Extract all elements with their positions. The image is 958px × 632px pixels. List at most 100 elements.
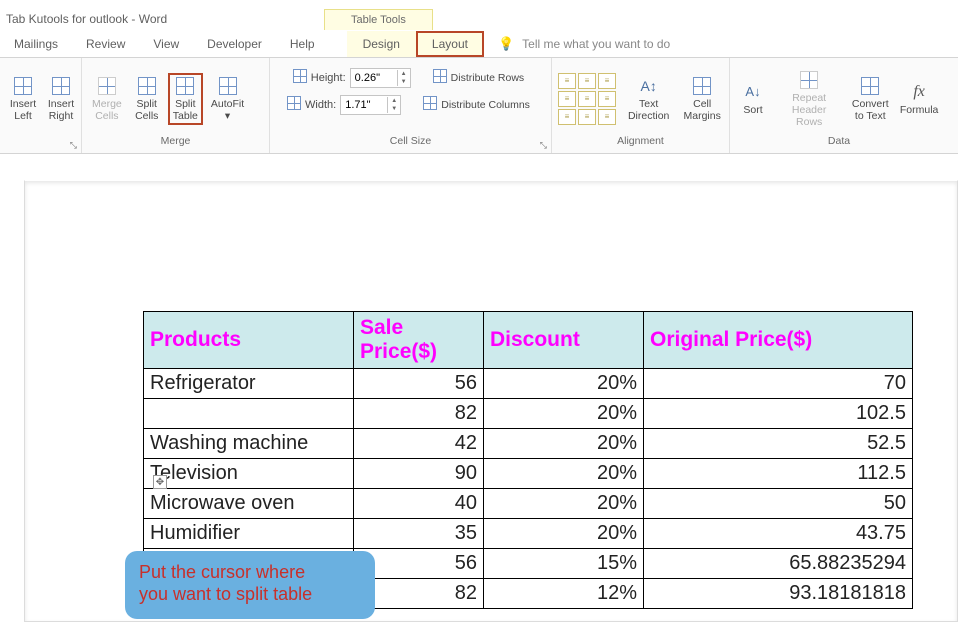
distribute-rows-button[interactable]: Distribute Rows <box>429 67 529 88</box>
dialog-launcher-icon[interactable]: ⤡ <box>70 140 77 151</box>
table-cell[interactable]: Washing machine <box>144 429 354 459</box>
insert-right-button[interactable]: Insert Right <box>44 74 78 124</box>
table-cell[interactable]: 15% <box>484 549 644 579</box>
table-cell[interactable]: Microwave oven <box>144 489 354 519</box>
table-header-cell[interactable]: Products <box>144 312 354 369</box>
tab-layout[interactable]: Layout <box>416 31 484 57</box>
table-cell[interactable]: 102.5 <box>644 399 913 429</box>
align-cell-icon[interactable]: ≡ <box>598 73 616 89</box>
width-input[interactable]: ▲▼ <box>340 95 401 115</box>
table-cell[interactable]: 20% <box>484 489 644 519</box>
ribbon-tabs: Mailings Review View Developer Help Desi… <box>0 30 958 58</box>
align-cell-icon[interactable]: ≡ <box>598 109 616 125</box>
table-cell[interactable]: 35 <box>354 519 484 549</box>
table-header-cell[interactable]: Original Price($) <box>644 312 913 369</box>
group-merge: Merge Cells Split Cells Split Table Auto… <box>82 58 270 153</box>
table-cell[interactable]: 50 <box>644 489 913 519</box>
table-cell[interactable]: 52.5 <box>644 429 913 459</box>
dialog-launcher-icon[interactable]: ⤡ <box>540 140 547 151</box>
height-field[interactable] <box>351 72 397 84</box>
cell-margins-icon <box>692 76 712 96</box>
split-cells-button[interactable]: Split Cells <box>130 74 164 124</box>
formula-button[interactable]: fx Formula <box>896 80 942 118</box>
table-header-cell[interactable]: Sale Price($) <box>354 312 484 369</box>
table-cell[interactable]: 65.88235294 <box>644 549 913 579</box>
convert-to-text-button[interactable]: Convert to Text <box>848 74 892 124</box>
table-header-row[interactable]: Products Sale Price($) Discount Original… <box>144 312 913 369</box>
title-bar: Tab Kutools for outlook - Word Table Too… <box>0 0 958 30</box>
table-cell[interactable]: 20% <box>484 519 644 549</box>
distribute-columns-icon <box>423 96 437 113</box>
table-cell[interactable]: 20% <box>484 399 644 429</box>
merge-cells-icon <box>97 76 117 96</box>
table-cell[interactable]: 90 <box>354 459 484 489</box>
insert-left-button[interactable]: Insert Left <box>6 74 40 124</box>
align-cell-icon[interactable]: ≡ <box>558 91 576 107</box>
stepper-icon[interactable]: ▲▼ <box>387 97 400 113</box>
table-row[interactable]: Refrigerator5620%70 <box>144 369 913 399</box>
table-row[interactable]: Television9020%112.5 <box>144 459 913 489</box>
table-cell[interactable]: 42 <box>354 429 484 459</box>
alignment-grid[interactable]: ≡≡≡ ≡≡≡ ≡≡≡ <box>558 73 616 125</box>
height-input[interactable]: ▲▼ <box>350 68 411 88</box>
table-header-cell[interactable]: Discount <box>484 312 644 369</box>
stepper-icon[interactable]: ▲▼ <box>397 70 410 86</box>
align-cell-icon[interactable]: ≡ <box>578 109 596 125</box>
width-field[interactable] <box>341 99 387 111</box>
tab-design[interactable]: Design <box>347 31 416 57</box>
callout-line2: you want to split table <box>139 583 361 605</box>
autofit-button[interactable]: AutoFit▾ <box>207 74 248 124</box>
table-cell[interactable]: Humidifier <box>144 519 354 549</box>
table-cell[interactable]: 20% <box>484 429 644 459</box>
distribute-rows-icon <box>433 69 447 86</box>
table-move-handle-icon[interactable]: ✥ <box>153 475 167 489</box>
table-cell[interactable]: 20% <box>484 369 644 399</box>
align-cell-icon[interactable]: ≡ <box>558 109 576 125</box>
group-footer-data: Data <box>730 135 948 153</box>
convert-to-text-icon <box>860 76 880 96</box>
autofit-icon <box>218 76 238 96</box>
tab-view[interactable]: View <box>139 31 193 57</box>
tab-mailings[interactable]: Mailings <box>0 31 72 57</box>
table-cell[interactable] <box>144 399 354 429</box>
table-cell[interactable]: 43.75 <box>644 519 913 549</box>
table-row[interactable]: Washing machine4220%52.5 <box>144 429 913 459</box>
contextual-tab-label: Table Tools <box>324 9 433 30</box>
distribute-columns-button[interactable]: Distribute Columns <box>419 94 534 115</box>
table-row[interactable]: Humidifier3520%43.75 <box>144 519 913 549</box>
insert-left-icon <box>13 76 33 96</box>
callout-line1: Put the cursor where <box>139 561 361 583</box>
cell-margins-button[interactable]: Cell Margins <box>681 74 723 124</box>
align-cell-icon[interactable]: ≡ <box>558 73 576 89</box>
repeat-header-rows-button: Repeat Header Rows <box>774 68 844 130</box>
text-direction-button[interactable]: A↕ Text Direction <box>626 74 671 124</box>
tab-review[interactable]: Review <box>72 31 139 57</box>
align-cell-icon[interactable]: ≡ <box>578 73 596 89</box>
table-cell[interactable]: 20% <box>484 459 644 489</box>
table-cell[interactable]: Television <box>144 459 354 489</box>
table-cell[interactable]: 40 <box>354 489 484 519</box>
table-cell[interactable]: 12% <box>484 579 644 609</box>
table-row[interactable]: Microwave oven4020%50 <box>144 489 913 519</box>
formula-icon: fx <box>909 82 929 102</box>
align-cell-icon[interactable]: ≡ <box>598 91 616 107</box>
group-cell-size: Height: ▲▼ Distribute Rows Width: ▲▼ <box>270 58 552 153</box>
tell-me-search[interactable]: 💡 Tell me what you want to do <box>498 36 670 52</box>
tab-developer[interactable]: Developer <box>193 31 276 57</box>
table-cell[interactable]: 70 <box>644 369 913 399</box>
align-cell-icon[interactable]: ≡ <box>578 91 596 107</box>
table-cell[interactable]: Refrigerator <box>144 369 354 399</box>
table-cell[interactable]: 93.18181818 <box>644 579 913 609</box>
table-cell[interactable]: 112.5 <box>644 459 913 489</box>
split-table-button[interactable]: Split Table <box>168 73 203 125</box>
table-cell[interactable]: 56 <box>354 369 484 399</box>
width-label: Width: <box>305 99 336 111</box>
document-canvas[interactable]: ✥ Products Sale Price($) Discount Origin… <box>24 180 958 622</box>
table-row[interactable]: 8220%102.5 <box>144 399 913 429</box>
table-cell[interactable]: 82 <box>354 399 484 429</box>
sort-button[interactable]: A↓ Sort <box>736 80 770 118</box>
tab-help[interactable]: Help <box>276 31 329 57</box>
height-label: Height: <box>311 72 346 84</box>
group-footer-merge: Merge <box>82 135 269 153</box>
ribbon: Insert Left Insert Right ⤡ Merge Cells S… <box>0 58 958 154</box>
